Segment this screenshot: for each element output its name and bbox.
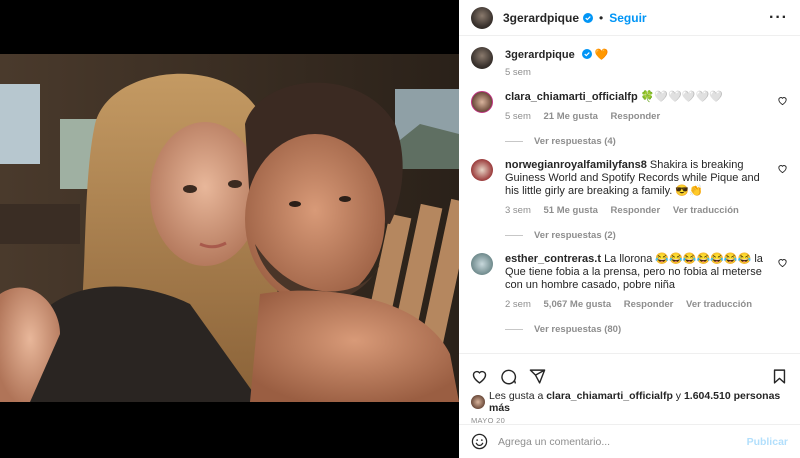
view-replies-button[interactable]: Ver respuestas (80) <box>505 324 788 335</box>
share-send-icon[interactable] <box>529 368 546 385</box>
caption-username[interactable]: 3gerardpique <box>505 49 575 61</box>
translate-button[interactable]: Ver traducción <box>686 299 752 310</box>
follow-button[interactable]: Seguir <box>609 11 646 25</box>
reply-button[interactable]: Responder <box>611 111 661 122</box>
comment-likes[interactable]: 5,067 Me gusta <box>544 299 612 310</box>
comment-likes[interactable]: 51 Me gusta <box>544 205 598 216</box>
likes-joiner: y <box>675 390 682 402</box>
liker-username[interactable]: clara_chiamarti_officialfp <box>546 390 673 402</box>
view-replies-label: Ver respuestas (4) <box>534 136 616 147</box>
commenter-username[interactable]: clara_chiamarti_officialfp <box>505 91 638 103</box>
comment-item: clara_chiamarti_officialfp 🍀🤍🤍🤍🤍🤍 5 sem … <box>471 91 788 123</box>
post-actions: Les gusta a clara_chiamarti_officialfp y… <box>459 353 800 458</box>
comment-item: norwegianroyalfamilyfans8 Shakira is bre… <box>471 159 788 217</box>
emoji-smiley-icon[interactable] <box>471 433 488 450</box>
like-comment-heart-icon[interactable] <box>777 163 788 174</box>
likes-prefix: Les gusta a <box>489 390 544 402</box>
replies-divider <box>505 141 523 142</box>
comment-bubble-icon[interactable] <box>500 368 517 385</box>
liker-avatar <box>471 395 485 409</box>
caption-emoji: 🧡 <box>594 49 609 61</box>
view-replies-label: Ver respuestas (2) <box>534 230 616 241</box>
more-options-icon[interactable]: ··· <box>769 9 788 27</box>
owner-avatar[interactable] <box>471 6 493 29</box>
verified-badge-icon <box>583 12 594 23</box>
commenter-username[interactable]: esther_contreras.t <box>505 253 601 265</box>
likes-summary[interactable]: Les gusta a clara_chiamarti_officialfp y… <box>459 390 800 414</box>
action-bar <box>459 354 800 390</box>
verified-badge-icon <box>581 49 592 59</box>
comment-time[interactable]: 3 sem <box>505 205 531 216</box>
reply-button[interactable]: Responder <box>611 205 661 216</box>
post-side-panel: 3gerardpique • Seguir ··· 3gerardpique 🧡 <box>459 0 800 458</box>
commenter-avatar[interactable] <box>471 253 493 275</box>
view-replies-label: Ver respuestas (80) <box>534 324 622 335</box>
comments-list[interactable]: 3gerardpique 🧡 5 sem clara_chiamarti_off… <box>459 37 800 353</box>
view-replies-button[interactable]: Ver respuestas (2) <box>505 230 788 241</box>
commenter-avatar[interactable] <box>471 159 493 181</box>
save-bookmark-icon[interactable] <box>771 368 788 385</box>
add-comment-input[interactable]: Agrega un comentario... <box>498 436 747 448</box>
comment-time[interactable]: 5 sem <box>505 111 531 122</box>
caption: 3gerardpique 🧡 5 sem <box>471 47 788 79</box>
replies-divider <box>505 329 523 330</box>
caption-time[interactable]: 5 sem <box>505 67 531 78</box>
comment-time[interactable]: 2 sem <box>505 299 531 310</box>
post-photo[interactable] <box>0 54 459 402</box>
separator-dot: • <box>599 10 604 25</box>
comment-text: 🍀🤍🤍🤍🤍🤍 <box>640 91 723 103</box>
comment-likes[interactable]: 21 Me gusta <box>544 111 598 122</box>
like-comment-heart-icon[interactable] <box>777 95 788 106</box>
reply-button[interactable]: Responder <box>624 299 674 310</box>
comment-item: esther_contreras.t La llorona 😂😂😂😂😂😂😂 la… <box>471 253 788 311</box>
view-replies-button[interactable]: Ver respuestas (4) <box>505 136 788 147</box>
like-heart-icon[interactable] <box>471 368 488 385</box>
commenter-avatar[interactable] <box>471 91 493 113</box>
owner-username[interactable]: 3gerardpique <box>503 11 579 25</box>
replies-divider <box>505 235 523 236</box>
selfie-illustration <box>0 54 459 402</box>
caption-avatar[interactable] <box>471 47 493 69</box>
commenter-username[interactable]: norwegianroyalfamilyfans8 <box>505 159 647 171</box>
like-comment-heart-icon[interactable] <box>777 257 788 268</box>
post-comment-button[interactable]: Publicar <box>747 436 788 448</box>
post-header: 3gerardpique • Seguir ··· <box>459 0 800 36</box>
media-pane <box>0 0 459 458</box>
add-comment-bar: Agrega un comentario... Publicar <box>459 424 800 458</box>
translate-button[interactable]: Ver traducción <box>673 205 739 216</box>
